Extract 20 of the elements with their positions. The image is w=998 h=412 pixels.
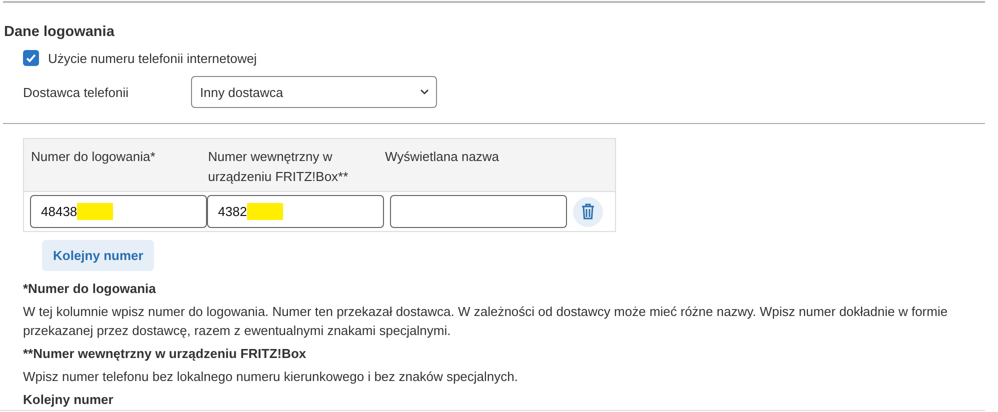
note-title: *Numer do logowania [23, 281, 157, 296]
column-header: Numer wewnętrzny w urządzeniu FRITZ!Box** [208, 148, 350, 186]
delete-button[interactable] [573, 196, 603, 226]
input-field[interactable]: 48438 [30, 195, 207, 228]
column-header: Numer do logowania* [31, 148, 156, 166]
input-field[interactable] [390, 195, 567, 228]
add-number-button[interactable]: Kolejny numer [42, 240, 154, 271]
note-title: Kolejny numer [23, 392, 114, 407]
input-field[interactable]: 4382 [207, 195, 384, 228]
column-header: Wyświetlana nazwa [385, 148, 500, 166]
chevron-down-icon [420, 89, 429, 95]
field-label: Dostawca telefonii [23, 84, 130, 100]
section-title: Dane logowania [4, 24, 116, 40]
trash-icon [581, 203, 595, 220]
note-text: W tej kolumnie wpisz numer do logowania. Numer ten przekazał dostawca. W zależności od dostawcy może mieć różne nazwy. Wpisz numer dokładnie w formie przekazanej przez dostawcę, razem z ewentualnymi znakami specjalnymi. [23, 303, 949, 340]
note-title: **Numer wewnętrzny w urządzeniu FRITZ!Box [23, 346, 308, 361]
checkbox-label: Użycie numeru telefonii internetowej [48, 50, 257, 66]
note-text: Wpisz numer telefonu bez lokalnego numeru kierunkowego i bez znaków specjalnych. [23, 368, 519, 386]
provider-dropdown[interactable]: Inny dostawca [191, 76, 437, 108]
checkbox[interactable] [23, 50, 39, 66]
